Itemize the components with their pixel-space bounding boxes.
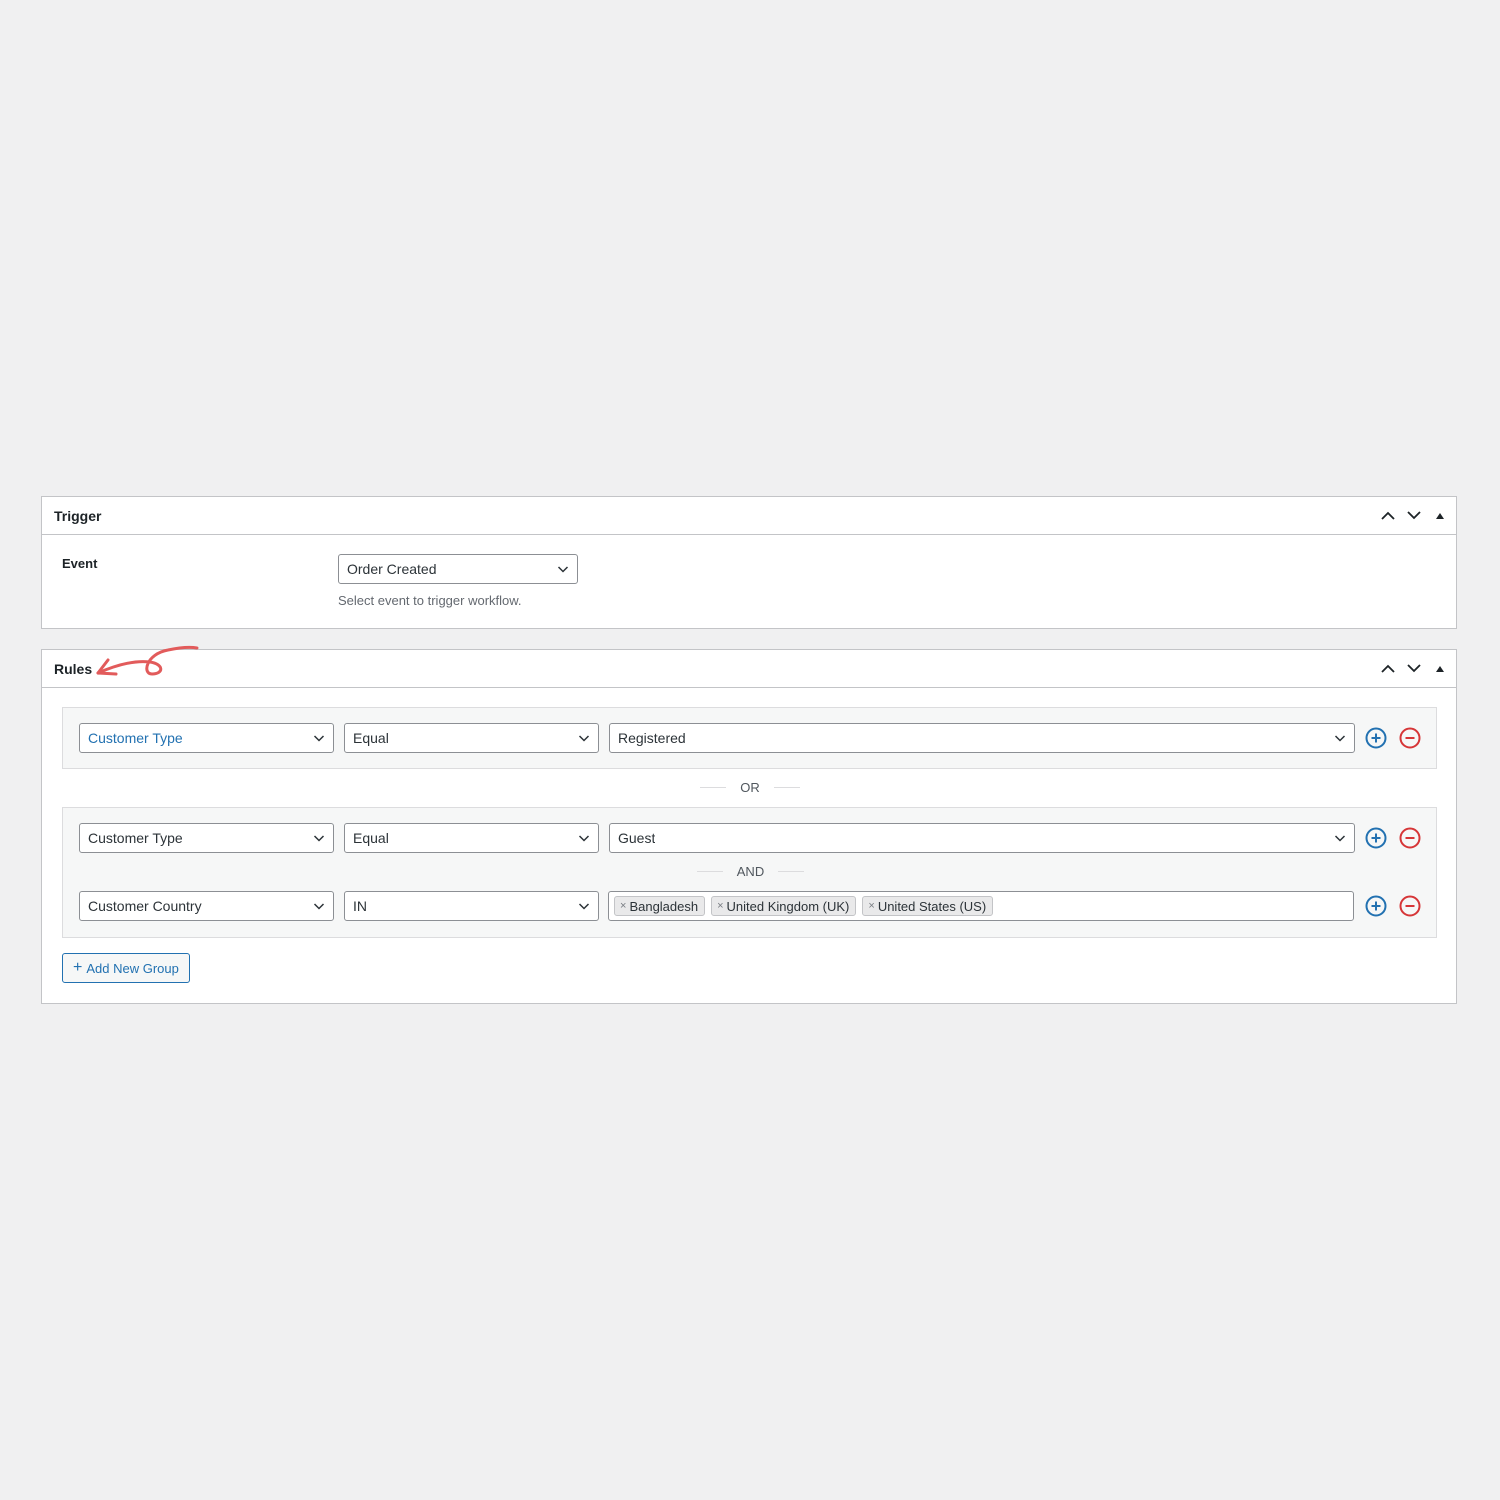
- rule-value-select[interactable]: Registered: [609, 723, 1355, 753]
- event-label: Event: [62, 556, 98, 571]
- event-select[interactable]: Order Created: [338, 554, 578, 584]
- or-separator: OR: [42, 780, 1458, 795]
- rule-value-value: Guest: [618, 830, 656, 846]
- selected-tag: × United Kingdom (UK): [711, 896, 857, 916]
- rules-header: Rules: [42, 650, 1456, 688]
- remove-tag-icon[interactable]: ×: [868, 900, 874, 912]
- chevron-down-icon: [313, 903, 325, 910]
- rule-operator-select[interactable]: Equal: [344, 723, 599, 753]
- chevron-down-icon: [578, 903, 590, 910]
- rule-field-select[interactable]: Customer Country: [79, 891, 334, 921]
- and-separator: AND: [63, 864, 1438, 879]
- selected-tag: × United States (US): [862, 896, 994, 916]
- rules-box: Rules Customer Type Equal Registered OR …: [41, 645, 1458, 1004]
- plus-icon: +: [73, 959, 83, 976]
- tag-label: Bangladesh: [629, 898, 699, 914]
- chevron-down-icon: [578, 735, 590, 742]
- chevron-up-icon[interactable]: [1378, 506, 1398, 526]
- rule-field-select[interactable]: Customer Type: [79, 723, 334, 753]
- remove-tag-icon[interactable]: ×: [717, 900, 723, 912]
- rule-group-2: Customer Type Equal Guest AND Customer C…: [62, 807, 1437, 938]
- annotation-arrow-icon: [96, 645, 199, 676]
- rules-title: Rules: [54, 660, 93, 677]
- chevron-down-icon[interactable]: [1404, 659, 1424, 679]
- rule-value-multiselect[interactable]: × Bangladesh × United Kingdom (UK) × Uni…: [608, 891, 1354, 921]
- chevron-down-icon: [557, 566, 569, 573]
- rules-controls: [1378, 659, 1450, 679]
- trigger-header: Trigger: [42, 497, 1456, 535]
- rule-operator-select[interactable]: IN: [344, 891, 599, 921]
- rule-field-value: Customer Type: [88, 830, 183, 846]
- rule-field-value: Customer Type: [88, 730, 183, 746]
- chevron-up-icon[interactable]: [1378, 659, 1398, 679]
- plus-circle-icon[interactable]: [1365, 827, 1387, 849]
- rule-operator-select[interactable]: Equal: [344, 823, 599, 853]
- or-label: OR: [740, 780, 760, 795]
- add-new-group-label: Add New Group: [86, 960, 179, 976]
- trigger-box: Trigger Event Order Created Select event…: [41, 496, 1457, 629]
- rule-operator-value: Equal: [353, 730, 389, 746]
- minus-circle-icon[interactable]: [1399, 727, 1421, 749]
- chevron-down-icon: [313, 735, 325, 742]
- trigger-title: Trigger: [54, 507, 102, 524]
- plus-circle-icon[interactable]: [1365, 727, 1387, 749]
- plus-circle-icon[interactable]: [1365, 895, 1387, 917]
- event-select-value: Order Created: [347, 561, 437, 577]
- rule-operator-value: Equal: [353, 830, 389, 846]
- minus-circle-icon[interactable]: [1399, 895, 1421, 917]
- minus-circle-icon[interactable]: [1399, 827, 1421, 849]
- rule-value-select[interactable]: Guest: [609, 823, 1355, 853]
- trigger-controls: [1378, 506, 1450, 526]
- rule-field-select[interactable]: Customer Type: [79, 823, 334, 853]
- event-description: Select event to trigger workflow.: [338, 593, 522, 608]
- chevron-down-icon: [578, 835, 590, 842]
- add-new-group-button[interactable]: + Add New Group: [62, 953, 190, 983]
- tag-label: United Kingdom (UK): [726, 898, 850, 914]
- tag-label: United States (US): [877, 898, 987, 914]
- triangle-up-icon[interactable]: [1430, 659, 1450, 679]
- chevron-down-icon: [1334, 835, 1346, 842]
- rule-value-value: Registered: [618, 730, 686, 746]
- chevron-down-icon[interactable]: [1404, 506, 1424, 526]
- chevron-down-icon: [1334, 735, 1346, 742]
- rule-group-1: Customer Type Equal Registered: [62, 707, 1437, 769]
- and-label: AND: [736, 864, 765, 879]
- chevron-down-icon: [313, 835, 325, 842]
- remove-tag-icon[interactable]: ×: [620, 900, 626, 912]
- rule-field-value: Customer Country: [88, 898, 202, 914]
- triangle-up-icon[interactable]: [1430, 506, 1450, 526]
- rule-operator-value: IN: [353, 898, 367, 914]
- selected-tag: × Bangladesh: [614, 896, 706, 916]
